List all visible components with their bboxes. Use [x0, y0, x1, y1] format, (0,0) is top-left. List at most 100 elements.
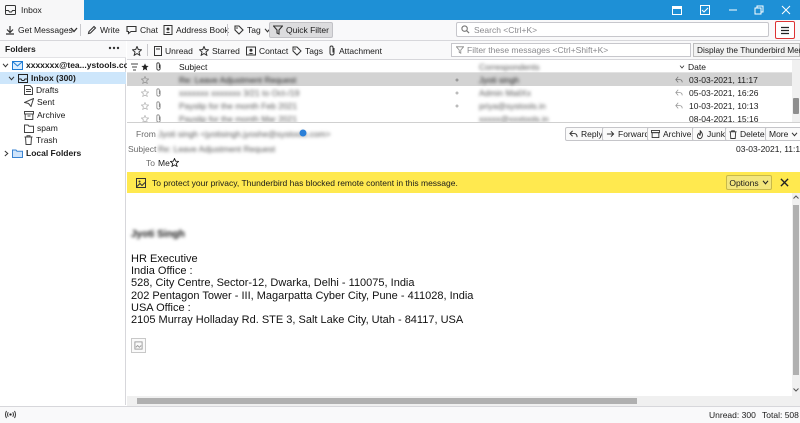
folder-inbox[interactable]: Inbox (300)	[0, 72, 126, 84]
folder-options-icon[interactable]	[108, 44, 120, 52]
thread-row[interactable]: Payslip for the month Mar 2021 xxxxx@xxx…	[127, 112, 792, 122]
contact-icon	[246, 46, 256, 56]
chevron-down-icon	[8, 76, 15, 81]
folder-archive[interactable]: Archive	[24, 109, 65, 121]
quick-filter-label: Quick Filter	[286, 25, 329, 35]
folder-trash[interactable]: Trash	[24, 134, 57, 146]
folder-drafts[interactable]: Drafts	[24, 84, 59, 96]
sort-down-icon	[679, 64, 685, 69]
write-button[interactable]: Write	[84, 22, 123, 38]
star-column-icon[interactable]	[141, 60, 151, 73]
star-icon[interactable]	[170, 158, 179, 167]
tag-icon	[292, 46, 302, 56]
folder-local-folders[interactable]: Local Folders	[4, 147, 81, 159]
contact-badge-icon	[299, 129, 307, 137]
folder-spam[interactable]: spam	[24, 122, 58, 134]
thread-list-scrollbar[interactable]	[792, 60, 800, 122]
reply-status-icon	[675, 99, 685, 112]
folder-icon	[24, 124, 34, 133]
tag-button[interactable]: Tag	[231, 22, 274, 38]
date-column-header[interactable]: Date	[679, 60, 789, 73]
junk-button[interactable]: Junk	[692, 127, 729, 141]
unread-count: Unread: 300	[709, 410, 756, 420]
thread-status-dot	[455, 73, 465, 86]
delete-button[interactable]: Delete	[725, 127, 769, 141]
filter-messages-input[interactable]: Filter these messages <Ctrl+Shift+K>	[451, 43, 691, 57]
folder-label: Sent	[37, 97, 55, 107]
notification-text: To protect your privacy, Thunderbird has…	[152, 177, 458, 188]
minimize-button[interactable]	[720, 0, 746, 20]
status-bar: Unread: 300 Total: 508	[0, 406, 800, 423]
chat-icon	[126, 25, 137, 35]
thread-row[interactable]: Payslip for the month Feb 2021 priya@sys…	[127, 99, 792, 112]
reply-label: Reply	[581, 129, 603, 139]
archive-button[interactable]: Archive	[647, 127, 696, 141]
quick-filter-button[interactable]: Quick Filter	[269, 22, 333, 38]
unread-value: 300	[741, 410, 756, 420]
body-line: 2105 Murray Holladay Rd. STE 3, Salt Lak…	[131, 314, 464, 326]
archive-icon	[651, 130, 660, 138]
scroll-down-arrow-icon[interactable]	[792, 386, 800, 396]
star-toggle-icon[interactable]	[141, 99, 151, 112]
filter-attachment-button[interactable]: Attachment	[328, 44, 382, 57]
reply-button[interactable]: Reply	[565, 127, 607, 141]
tab-inbox[interactable]: Inbox	[0, 0, 84, 20]
tasks-icon[interactable]	[692, 0, 718, 20]
folder-sent[interactable]: Sent	[24, 96, 55, 108]
tag-label: Tag	[247, 25, 261, 35]
calendar-icon[interactable]	[664, 0, 690, 20]
star-toggle-icon[interactable]	[141, 112, 151, 122]
thread-date: 05-03-2021, 16:26	[689, 87, 759, 98]
total-count: Total: 508	[762, 410, 799, 420]
filter-tags-button[interactable]: Tags	[292, 44, 323, 57]
trash-icon	[729, 129, 737, 139]
chat-button[interactable]: Chat	[123, 22, 161, 38]
inbox-icon	[18, 73, 28, 83]
thread-correspondent: Jyoti singh	[479, 74, 520, 85]
scrollbar-thumb[interactable]	[793, 98, 799, 114]
filter-contact-label: Contact	[259, 45, 289, 56]
notification-options-button[interactable]: Options	[726, 175, 772, 190]
star-toggle-icon[interactable]	[141, 73, 151, 86]
body-line: USA Office :	[131, 302, 191, 314]
address-book-button[interactable]: Address Book	[160, 22, 232, 38]
total-value: 508	[784, 410, 799, 420]
pencil-icon	[87, 25, 97, 35]
restore-button[interactable]	[746, 0, 772, 20]
get-messages-dropdown[interactable]	[67, 22, 81, 38]
filter-contact-button[interactable]: Contact	[246, 44, 288, 57]
to-label: To	[146, 158, 155, 168]
more-button[interactable]: More	[765, 127, 800, 141]
close-notification-icon[interactable]	[780, 178, 789, 187]
filter-unread-button[interactable]: Unread	[154, 44, 193, 57]
body-horizontal-scrollbar[interactable]	[127, 396, 800, 406]
attachment-column-icon[interactable]	[155, 60, 165, 73]
unread-label: Unread:	[709, 410, 740, 420]
filter-starred-button[interactable]: Starred	[199, 44, 240, 57]
scrollbar-thumb[interactable]	[137, 398, 637, 404]
subject-column-header[interactable]: Subject	[179, 60, 359, 73]
privacy-icon	[136, 177, 146, 188]
thread-row[interactable]: xxxxxxx xxxxxxx 3/21 to Oct-/19 Admin Ma…	[127, 86, 792, 99]
forward-button[interactable]: Forward	[602, 127, 654, 141]
sticky-filter-button[interactable]	[132, 44, 142, 57]
menu-tooltip: Display the Thunderbird Menu	[693, 43, 800, 57]
drafts-icon	[24, 85, 33, 95]
correspondents-column-header[interactable]: Correspondents	[479, 60, 619, 73]
folder-label: Trash	[36, 135, 58, 145]
scrollbar-thumb[interactable]	[793, 205, 799, 375]
to-value[interactable]: Me	[158, 158, 170, 168]
get-messages-button[interactable]: Get Messages	[2, 22, 76, 38]
scroll-up-arrow-icon[interactable]	[792, 193, 800, 203]
body-line: 202 Pentagon Tower - III, Magarpatta Cyb…	[131, 290, 474, 302]
app-menu-button[interactable]	[775, 21, 795, 39]
body-vertical-scrollbar[interactable]	[792, 193, 800, 396]
close-window-button[interactable]	[773, 0, 799, 20]
chevron-down-icon	[762, 180, 769, 185]
global-search-input[interactable]: Search <Ctrl+K>	[456, 22, 769, 37]
from-label: From	[136, 129, 156, 139]
star-toggle-icon[interactable]	[141, 86, 151, 99]
folder-account[interactable]: xxxxxxx@tea...ystools.com	[2, 59, 136, 71]
thread-row[interactable]: Re: Leave Adjustment Request Jyoti singh…	[127, 73, 792, 86]
online-status-icon[interactable]	[5, 410, 16, 419]
